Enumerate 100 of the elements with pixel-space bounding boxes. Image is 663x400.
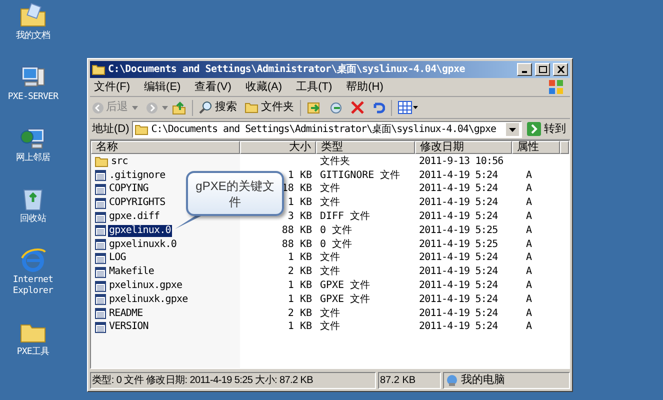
address-label: 地址(D) <box>92 122 130 137</box>
table-cell: 2011-4-19 5:24 <box>419 266 498 278</box>
file-name[interactable]: pxelinux.gpxe <box>108 280 184 292</box>
table-cell: 2 KB <box>288 308 312 320</box>
file-icon <box>95 225 106 236</box>
maximize-icon <box>538 66 546 73</box>
file-icon <box>95 170 106 182</box>
desktop-icon-label[interactable]: 我的文档 <box>1 31 65 42</box>
column-header[interactable]: 名称 <box>91 141 240 154</box>
search-button[interactable]: 搜索 <box>199 99 237 116</box>
callout-text: gPXE的关键文件 <box>194 178 276 210</box>
column-header[interactable]: 修改日期 <box>415 141 512 154</box>
table-cell: A <box>526 238 532 250</box>
folder-icon <box>92 64 105 75</box>
table-cell: A <box>526 308 532 319</box>
table-cell: A <box>526 280 532 292</box>
table-cell: 2011-4-19 5:25 <box>419 224 498 236</box>
dropdown-icon[interactable] <box>506 122 519 136</box>
file-icon <box>95 212 106 223</box>
menu-item[interactable]: 编辑(E) <box>144 78 181 96</box>
desktop-icon-label[interactable]: Internet Explorer <box>1 275 65 297</box>
view-grid-icon[interactable] <box>398 101 418 114</box>
folder-icon <box>245 102 258 113</box>
status-size: 87.2 KB <box>378 372 441 388</box>
table-cell: 1 KB <box>288 197 312 210</box>
table-cell: 文件夹 <box>320 156 350 167</box>
search-icon <box>199 101 212 114</box>
column-header[interactable]: 大小 <box>240 141 316 154</box>
table-cell: A <box>526 321 532 332</box>
windows-logo-icon <box>548 79 564 95</box>
table-cell: 1 KB <box>288 252 312 264</box>
table-cell: 文件 <box>320 308 340 319</box>
browser-icon <box>19 246 47 274</box>
desktop-icon-label[interactable]: 网上邻居 <box>1 153 65 164</box>
file-name[interactable]: pxelinuxk.gpxe <box>108 294 189 306</box>
file-icon <box>95 322 106 333</box>
menu-item[interactable]: 帮助(H) <box>346 78 384 96</box>
dropdown-caret-icon <box>132 106 138 110</box>
desktop-icon-label[interactable]: PXE-SERVER <box>1 92 65 103</box>
file-name[interactable]: LOG <box>108 252 127 264</box>
table-cell: 1 KB <box>288 294 312 306</box>
table-cell: 2011-4-19 5:24 <box>419 280 498 292</box>
file-name[interactable]: README <box>108 308 144 320</box>
go-button[interactable]: 转到 <box>525 120 568 138</box>
table-cell: A <box>526 211 532 222</box>
desktop-icon-label[interactable]: PXE工具 <box>1 347 65 358</box>
file-name[interactable]: src <box>110 156 129 168</box>
table-cell: A <box>526 224 532 236</box>
table-cell: 88 KB <box>282 238 312 251</box>
table-cell: 0 文件 <box>320 224 352 236</box>
zone-label: 我的电脑 <box>461 372 505 388</box>
table-cell: 2011-4-19 5:24 <box>419 321 498 332</box>
file-name[interactable]: VERSION <box>108 321 150 334</box>
file-name[interactable]: COPYING <box>108 183 150 196</box>
table-cell: 2011-4-19 5:25 <box>419 238 498 250</box>
minimize-button[interactable] <box>517 63 532 76</box>
table-cell: 2 KB <box>288 266 312 278</box>
menu-item[interactable]: 收藏(A) <box>245 78 282 96</box>
table-cell: 1 KB <box>288 321 312 334</box>
file-name[interactable]: gpxelinux.0 <box>108 224 172 237</box>
column-header[interactable]: 属性 <box>512 141 560 154</box>
file-name[interactable]: gpxelinuxk.0 <box>108 238 178 251</box>
table-cell: GPXE 文件 <box>320 280 370 292</box>
table-cell: A <box>526 183 532 194</box>
file-icon <box>95 184 106 195</box>
table-cell: 2011-4-19 5:24 <box>419 183 498 194</box>
address-field[interactable]: C:\Documents and Settings\Administrator\桌面\syslinux-4.04\gpxe <box>132 120 522 138</box>
table-cell: 1 KB <box>288 280 312 292</box>
file-name[interactable]: gpxe.diff <box>108 211 161 224</box>
close-button[interactable] <box>553 63 568 76</box>
file-icon <box>95 239 106 250</box>
table-cell: A <box>526 252 532 264</box>
menu-item[interactable]: 文件(F) <box>94 78 130 96</box>
file-icon <box>95 266 106 278</box>
undo-icon[interactable] <box>372 101 385 114</box>
column-header[interactable]: 类型 <box>316 141 415 154</box>
up-folder-icon[interactable] <box>172 100 186 114</box>
table-cell: 2011-4-19 5:24 <box>419 308 498 319</box>
table-cell: 2011-9-13 10:56 <box>419 156 504 167</box>
folder-icon <box>95 156 108 168</box>
table-cell: A <box>526 197 532 208</box>
maximize-button[interactable] <box>535 63 550 76</box>
table-cell: 3 KB <box>288 211 312 224</box>
desktop-icon-label[interactable]: 回收站 <box>1 214 65 225</box>
table-cell: DIFF 文件 <box>320 211 370 222</box>
file-name[interactable]: COPYRIGHTS <box>108 197 166 210</box>
menu-item[interactable]: 工具(T) <box>296 78 332 96</box>
folder-icon <box>135 124 148 134</box>
move-to-icon[interactable] <box>307 100 321 114</box>
folders-button[interactable]: 文件夹 <box>245 99 294 116</box>
table-cell: GPXE 文件 <box>320 294 370 305</box>
file-name[interactable]: Makefile <box>108 266 155 278</box>
table-cell: 文件 <box>320 252 340 264</box>
table-cell: 文件 <box>320 197 340 208</box>
status-text: 类型: 0 文件 修改日期: 2011-4-19 5:25 大小: 87.2 KB <box>90 372 376 388</box>
delete-icon[interactable] <box>351 101 364 114</box>
menu-item[interactable]: 查看(V) <box>194 78 232 96</box>
table-cell: A <box>526 266 532 278</box>
file-name[interactable]: .gitignore <box>108 170 166 182</box>
table-cell: 2011-4-19 5:24 <box>419 170 498 181</box>
